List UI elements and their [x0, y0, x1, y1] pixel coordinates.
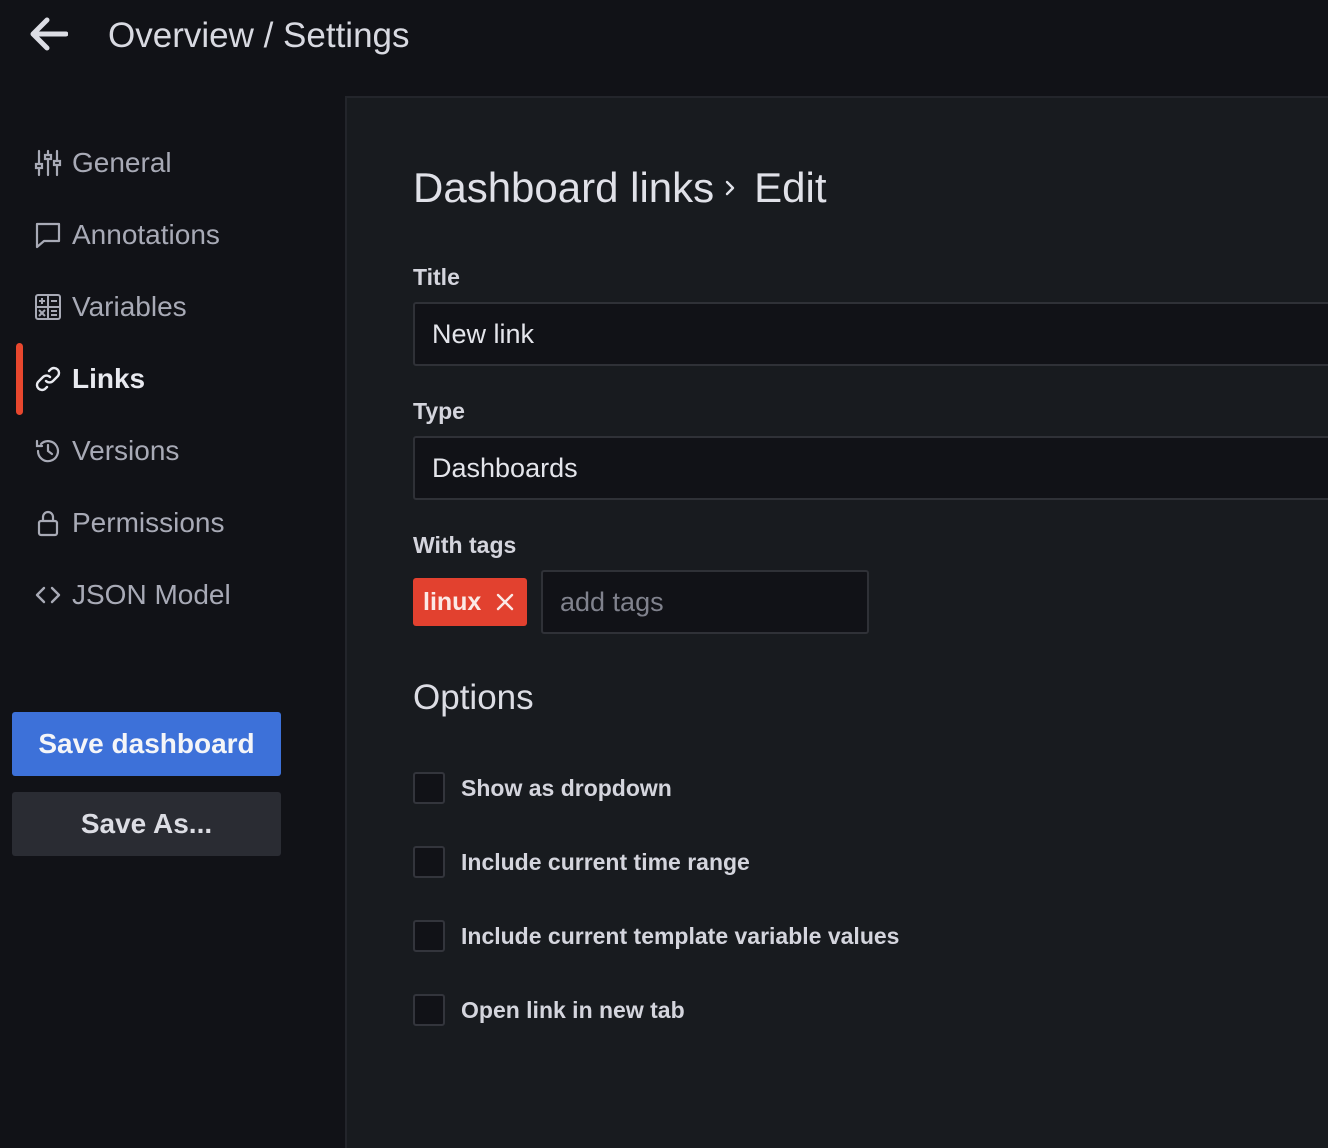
sidebar-item-label: General — [72, 147, 172, 178]
tag-chip[interactable]: linux — [413, 578, 527, 626]
sidebar-item-general[interactable]: General — [0, 135, 300, 191]
sidebar-item-label: Versions — [72, 435, 180, 466]
sidebar-item-annotations[interactable]: Annotations — [0, 207, 300, 263]
page-title: Overview / Settings — [108, 16, 410, 55]
title-label: Title — [413, 264, 460, 290]
add-tags-input[interactable]: add tags — [541, 570, 869, 634]
option-label: Include current template variable values — [461, 922, 900, 949]
option-label: Include current time range — [461, 848, 750, 875]
save-as-button[interactable]: Save As... — [12, 792, 281, 856]
sidebar-item-versions[interactable]: Versions — [0, 423, 300, 479]
breadcrumb-parent[interactable]: Dashboard links — [413, 164, 714, 212]
sliders-icon — [33, 148, 63, 178]
lock-icon — [33, 508, 63, 538]
option-label: Show as dropdown — [461, 774, 672, 801]
sidebar-item-label: Permissions — [72, 507, 225, 538]
checkbox[interactable] — [413, 772, 445, 804]
checkbox[interactable] — [413, 994, 445, 1026]
option-label: Open link in new tab — [461, 996, 685, 1023]
close-icon[interactable] — [495, 592, 515, 612]
calculator-icon — [33, 292, 63, 322]
sidebar-item-label: JSON Model — [72, 579, 231, 610]
options-heading: Options — [413, 678, 534, 717]
option-show-as-dropdown[interactable]: Show as dropdown — [413, 771, 672, 805]
sidebar-item-variables[interactable]: Variables — [0, 279, 300, 335]
sidebar-item-permissions[interactable]: Permissions — [0, 495, 300, 551]
breadcrumb: Dashboard links Edit — [413, 164, 827, 212]
settings-sidebar: General Annotations Variables Links Vers… — [0, 96, 346, 1148]
with-tags-label: With tags — [413, 532, 517, 558]
type-select[interactable]: Dashboards — [413, 436, 1328, 500]
option-include-template-vars[interactable]: Include current template variable values — [413, 919, 899, 953]
sidebar-item-label: Variables — [72, 291, 187, 322]
chevron-right-icon — [724, 179, 736, 197]
save-dashboard-button[interactable]: Save dashboard — [12, 712, 281, 776]
tag-label: linux — [423, 587, 482, 616]
sidebar-item-label: Annotations — [72, 219, 220, 250]
sidebar-item-json-model[interactable]: JSON Model — [0, 567, 300, 623]
link-icon — [33, 364, 63, 394]
active-indicator — [16, 343, 23, 415]
arrow-left-icon — [28, 16, 69, 57]
breadcrumb-current: Edit — [754, 164, 827, 211]
option-include-time-range[interactable]: Include current time range — [413, 845, 750, 879]
link-edit-panel: Dashboard links Edit Title New link Type… — [345, 96, 1328, 1148]
sidebar-item-label: Links — [72, 363, 146, 394]
top-bar: Overview / Settings — [0, 0, 1328, 72]
checkbox[interactable] — [413, 846, 445, 878]
comment-icon — [33, 220, 63, 250]
option-open-new-tab[interactable]: Open link in new tab — [413, 993, 685, 1027]
code-brackets-icon — [33, 580, 63, 610]
back-button[interactable] — [26, 16, 70, 56]
title-input[interactable]: New link — [413, 302, 1328, 366]
type-label: Type — [413, 398, 465, 424]
history-icon — [33, 436, 63, 466]
sidebar-item-links[interactable]: Links — [0, 343, 300, 415]
checkbox[interactable] — [413, 920, 445, 952]
